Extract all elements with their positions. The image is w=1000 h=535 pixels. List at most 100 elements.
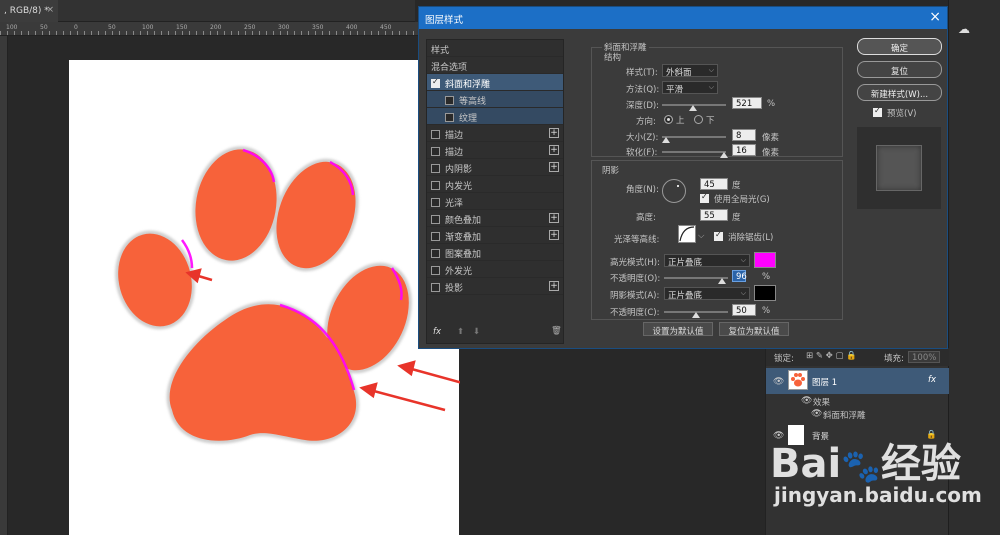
style-list-item[interactable]: 内发光 [427,176,563,193]
document-tab-bar: , RGB/8) * × [0,0,415,22]
checkbox-icon[interactable] [431,164,440,173]
depth-input[interactable]: 521 [732,97,762,109]
add-icon[interactable]: + [549,128,559,138]
ruler-tick [168,31,169,35]
layer-row-layer1[interactable]: 👁 图层 1 fx [766,368,949,394]
size-slider-handle[interactable] [662,137,670,143]
antialias-checkbox[interactable]: 消除锯齿(L) [714,230,773,243]
style-list-item[interactable]: 渐变叠加 + [427,227,563,244]
checkbox-icon[interactable] [431,266,440,275]
angle-input[interactable]: 45 [700,178,728,190]
checkbox-icon[interactable] [431,232,440,241]
preview-checkbox[interactable]: 预览(V) [873,106,916,119]
checkbox-icon[interactable] [431,249,440,258]
move-down-icon[interactable]: ⬇ [473,327,480,337]
eye-icon[interactable]: 👁 [801,396,812,406]
fx-badge[interactable]: fx [928,375,936,385]
size-slider[interactable] [662,136,726,138]
trash-icon[interactable]: 🗑 [551,326,562,336]
shadow-opacity-handle[interactable] [692,312,700,318]
close-icon[interactable]: × [929,9,941,25]
checkbox-icon[interactable] [445,96,454,105]
checkbox-icon[interactable] [445,113,454,122]
eye-icon[interactable]: 👁 [773,377,784,387]
technique-select[interactable]: 平滑 ⌵ [662,81,718,95]
add-icon[interactable]: + [549,281,559,291]
fx-menu[interactable]: fx [433,327,441,337]
ok-button[interactable]: 确定 [857,38,942,55]
new-style-button[interactable]: 新建样式(W)... [857,84,942,101]
depth-label: 深度(D): [626,101,660,111]
style-list-item[interactable]: 纹理 [427,108,563,125]
style-list-item[interactable]: 混合选项 [427,57,563,74]
checkbox-icon[interactable] [431,198,440,207]
highlight-opacity-handle[interactable] [718,278,726,284]
style-list-item[interactable]: 描边 + [427,142,563,159]
checkbox-icon[interactable] [431,181,440,190]
style-list-item[interactable]: 光泽 [427,193,563,210]
add-icon[interactable]: + [549,230,559,240]
style-list-item[interactable]: 样式 [427,40,563,57]
fill-input[interactable]: 100% [908,351,940,363]
altitude-input[interactable]: 55 [700,209,728,221]
ruler-tick [105,31,106,35]
shadow-opacity-input[interactable]: 50 [732,304,756,316]
ruler-tick-label: 100 [142,24,154,31]
chevron-down-icon[interactable]: ⌵ [698,231,704,241]
style-list-item[interactable]: 图案叠加 [427,244,563,261]
soften-input[interactable]: 16 [732,144,756,156]
document-tab[interactable]: , RGB/8) * × [0,0,58,22]
checkbox-icon[interactable] [431,283,440,292]
add-icon[interactable]: + [549,162,559,172]
eye-icon[interactable]: 👁 [811,409,822,419]
style-list-item[interactable]: 内阴影 + [427,159,563,176]
ruler-tick [21,31,22,35]
move-up-icon[interactable]: ⬆ [457,327,464,337]
direction-up-radio[interactable]: 上 [664,114,685,126]
highlight-mode-select[interactable]: 正片叠底 ⌵ [664,254,750,268]
ruler-tick-label: 150 [176,24,188,31]
style-list-item[interactable]: 颜色叠加 + [427,210,563,227]
add-icon[interactable]: + [549,213,559,223]
reset-default-button[interactable]: 复位为默认值 [719,322,789,337]
lock-icons[interactable]: ⊞ ✎ ✥ ▢ 🔒 [806,351,857,361]
set-default-button[interactable]: 设置为默认值 [643,322,713,337]
style-list-item[interactable]: 等高线 [427,91,563,108]
cloud-icon[interactable]: ☁ [958,22,978,36]
structure-title: 结构 [604,53,622,63]
reset-button[interactable]: 复位 [857,61,942,78]
checkbox-icon[interactable] [431,77,440,88]
style-select[interactable]: 外斜面 ⌵ [662,64,718,78]
size-input[interactable]: 8 [732,129,756,141]
angle-unit: 度 [732,181,741,191]
style-list-label: 描边 [445,131,464,141]
add-icon[interactable]: + [549,145,559,155]
effect-bevel-row[interactable]: 👁 斜面和浮雕 [766,407,949,421]
style-list-item[interactable]: 描边 + [427,125,563,142]
highlight-opacity-unit: % [762,272,771,282]
ruler-tick-label: 300 [278,24,290,31]
highlight-opacity-input[interactable]: 96 [732,270,747,282]
depth-slider-handle[interactable] [689,105,697,111]
checkbox-icon[interactable] [431,215,440,224]
ruler-tick [196,31,197,35]
style-list-item[interactable]: 投影 + [427,278,563,295]
angle-dial[interactable] [662,179,686,203]
style-list-item[interactable]: 斜面和浮雕 [427,74,563,91]
direction-down-radio[interactable]: 下 [694,114,715,126]
close-icon[interactable]: × [46,5,54,15]
checkbox-icon[interactable] [431,147,440,156]
global-light-checkbox[interactable]: 使用全局光(G) [700,192,770,205]
soften-slider-handle[interactable] [720,152,728,158]
soften-slider[interactable] [662,151,726,153]
shadow-color-swatch[interactable] [754,285,776,301]
style-list-item[interactable]: 外发光 [427,261,563,278]
gloss-contour-swatch[interactable] [678,225,696,243]
technique-label: 方法(Q): [626,85,660,95]
ruler-tick [119,31,120,35]
paw-pads [118,149,409,441]
shadow-mode-select[interactable]: 正片叠底 ⌵ [664,287,750,301]
highlight-color-swatch[interactable] [754,252,776,268]
dialog-titlebar[interactable]: 图层样式 × [419,7,947,29]
checkbox-icon[interactable] [431,130,440,139]
